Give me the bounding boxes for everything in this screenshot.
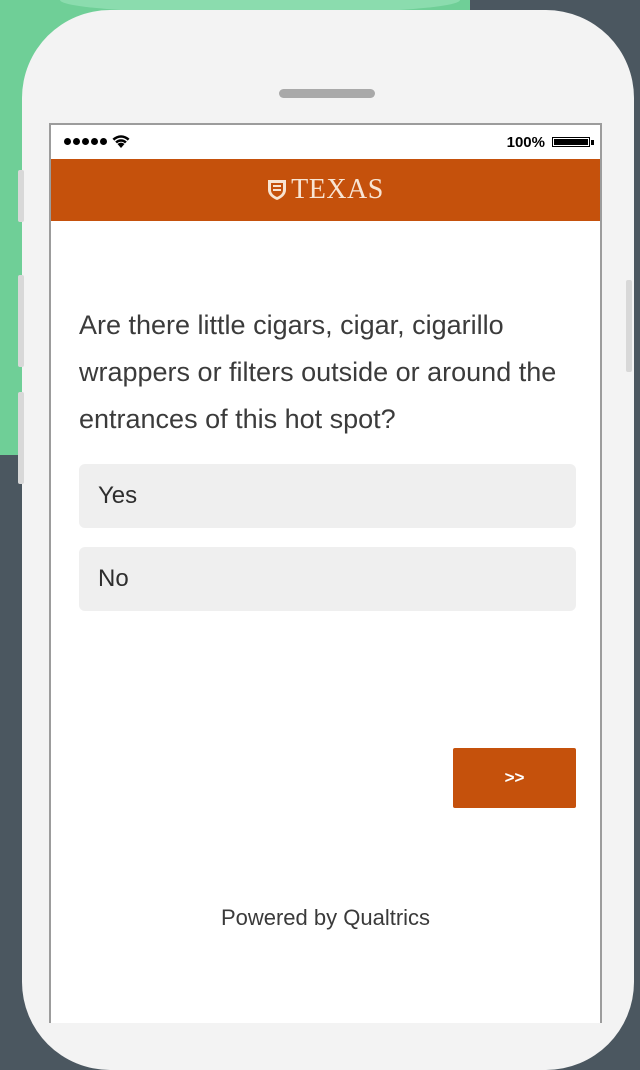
signal-dots-icon xyxy=(64,138,107,145)
next-button[interactable]: >> xyxy=(453,748,576,808)
logo-text: TEXAS xyxy=(291,174,384,205)
choice-no[interactable]: No xyxy=(79,547,576,611)
wifi-icon xyxy=(112,135,130,148)
header-bar: TEXAS xyxy=(51,159,600,221)
shield-icon xyxy=(268,180,287,200)
texas-logo: TEXAS xyxy=(267,174,384,206)
choice-yes[interactable]: Yes xyxy=(79,464,576,528)
phone-speaker xyxy=(279,89,375,98)
side-button-power xyxy=(626,280,632,372)
side-button-volume-down xyxy=(18,392,24,484)
status-bar: 100% xyxy=(51,125,600,159)
battery-tip xyxy=(591,140,594,145)
powered-by-footer: Powered by Qualtrics xyxy=(220,905,431,930)
battery-percent: 100% xyxy=(506,134,545,151)
phone-screen: 100% TEXAS Are there little cigars, ciga… xyxy=(49,123,602,1023)
question-text: Are there little cigars, cigar, cigarill… xyxy=(79,310,557,434)
side-button-mute xyxy=(18,170,24,222)
battery-icon xyxy=(552,137,590,147)
side-button-volume-up xyxy=(18,275,24,367)
